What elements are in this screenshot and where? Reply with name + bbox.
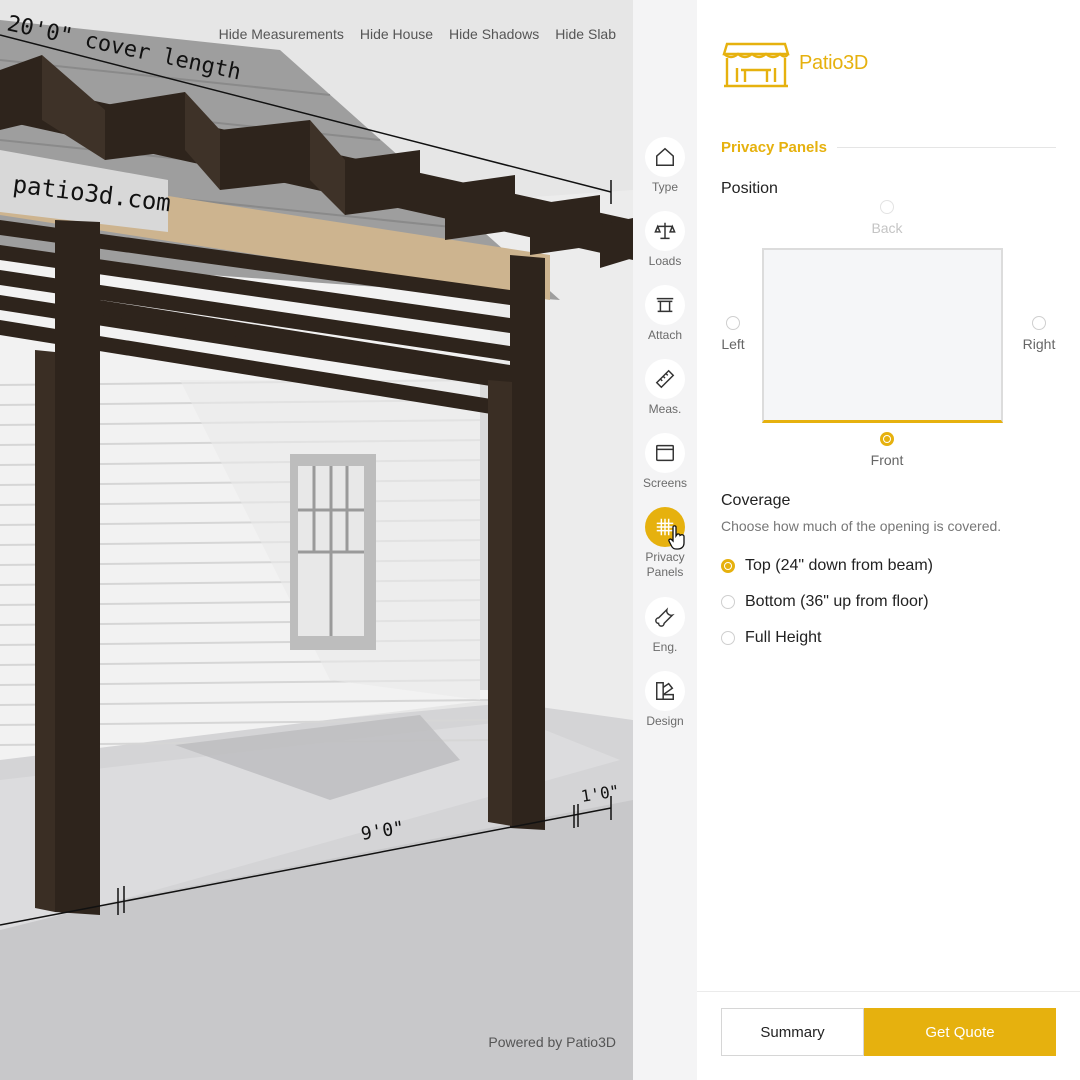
radio [880,200,894,214]
hide-slab-button[interactable]: Hide Slab [555,26,616,42]
position-front-option[interactable]: Front [857,432,917,468]
viewport-toolbar: Hide Measurements Hide House Hide Shadow… [219,26,616,42]
coverage-option-bottom[interactable]: Bottom (36" up from floor) [721,593,929,611]
coverage-description: Choose how much of the opening is covere… [721,518,1002,534]
coverage-option-top[interactable]: Top (24" down from beam) [721,557,933,575]
nav-screens[interactable]: Screens [633,433,697,491]
nav-label: Meas. [648,402,682,416]
wrench-icon [655,607,675,627]
config-panel: Patio3D Privacy Panels Position Back Lef… [697,0,1080,1080]
pergola-scene: 20'0" cover length patio3d.com 9'0" 1'0" [0,0,633,1080]
coverage-option-label: Full Height [745,629,822,646]
pointer-cursor-icon [668,525,685,550]
position-back-option[interactable]: Back [857,200,917,236]
radio [721,631,735,645]
nav-privacy-panels[interactable]: Privacy Panels [633,507,697,580]
nav-label: Privacy Panels [645,550,685,579]
patio-logo-icon [722,42,790,88]
nav-attach[interactable]: Attach [633,285,697,343]
palette-icon [656,682,674,700]
brand-name: Patio3D [799,51,869,74]
position-left-option[interactable]: Left [703,316,763,352]
position-left-label: Left [721,336,745,352]
section-title: Privacy Panels [721,139,827,156]
coverage-option-full-height[interactable]: Full Height [721,629,821,647]
step-nav: Type Loads Attach Meas. Screens Privacy … [633,0,697,1080]
nav-loads[interactable]: Loads [633,211,697,269]
summary-button[interactable]: Summary [721,1008,864,1056]
coverage-heading: Coverage [721,492,791,509]
hide-house-button[interactable]: Hide House [360,26,433,42]
nav-label: Screens [642,476,688,490]
nav-label: Attach [647,328,683,342]
position-right-label: Right [1022,336,1056,352]
powered-by-label: Powered by Patio3D [488,1034,616,1050]
attach-icon [656,297,674,313]
hide-shadows-button[interactable]: Hide Shadows [449,26,539,42]
house-icon [656,147,674,166]
position-right-option[interactable]: Right [1009,316,1069,352]
section-divider [836,147,1056,148]
nav-type[interactable]: Type [633,137,697,195]
section-header: Privacy Panels [721,139,1056,156]
radio-selected [721,559,735,573]
radio [721,595,735,609]
nav-label: Eng. [652,640,678,654]
position-front-label: Front [870,452,904,468]
position-heading: Position [721,180,778,197]
nav-label: Loads [648,254,682,268]
hide-measurements-button[interactable]: Hide Measurements [219,26,344,42]
footer-divider [697,991,1080,992]
radio [726,316,740,330]
coverage-option-label: Top (24" down from beam) [745,557,933,574]
nav-engineering[interactable]: Eng. [633,597,697,655]
nav-measurements[interactable]: Meas. [633,359,697,417]
nav-label: Type [651,180,678,194]
position-back-label: Back [871,220,903,236]
brand: Patio3D [721,38,868,88]
3d-viewport[interactable]: 20'0" cover length patio3d.com 9'0" 1'0"… [0,0,633,1080]
nav-label: Design [646,714,684,728]
radio [1032,316,1046,330]
coverage-option-label: Bottom (36" up from floor) [745,593,929,610]
ruler-icon [655,369,675,389]
get-quote-button[interactable]: Get Quote [864,1008,1056,1056]
scale-icon [654,222,676,240]
nav-design[interactable]: Design [633,671,697,729]
radio-selected [880,432,894,446]
position-diagram [762,248,1003,423]
window-icon [656,444,674,462]
